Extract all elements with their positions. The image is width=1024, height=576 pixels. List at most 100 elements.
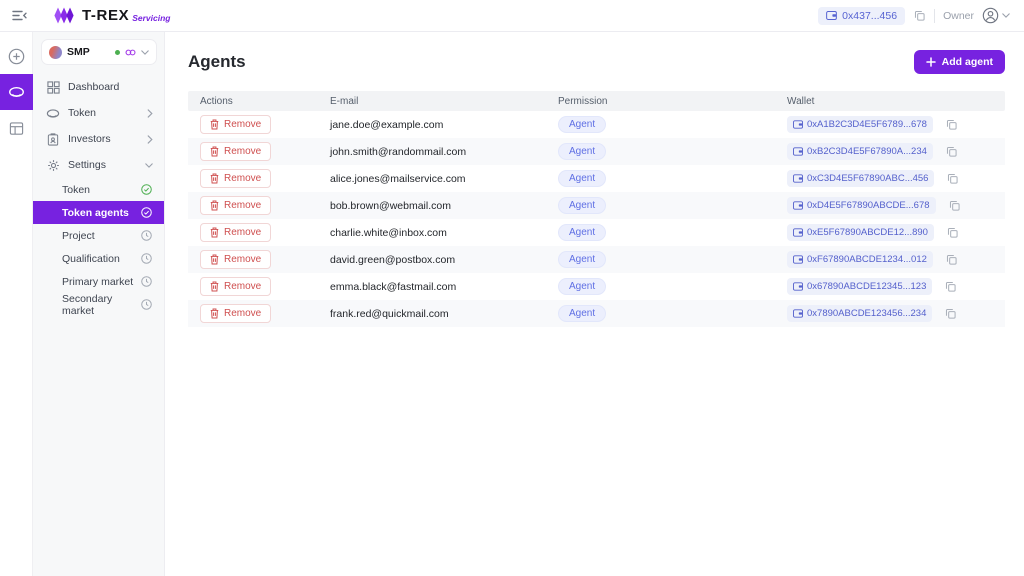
table-row: Remove jane.doe@example.com Agent 0xA1B2… (188, 111, 1005, 138)
wallet-cell: 0xE5F67890ABCDE12...890 (775, 224, 1005, 241)
copy-wallet-button[interactable] (945, 253, 958, 266)
sidebar-item-label: Secondary market (62, 293, 141, 317)
copy-wallet-button[interactable] (944, 307, 957, 320)
sidebar-item-primary-market[interactable]: Primary market (33, 270, 164, 293)
remove-button[interactable]: Remove (200, 223, 271, 242)
wallet-icon (826, 11, 837, 20)
top-bar-right: 0x437...456 Owner (818, 7, 1010, 25)
org-name-label: SMP (67, 46, 110, 58)
wallet-address: 0xF67890ABCDE1234...012 (807, 254, 927, 265)
email-cell: emma.black@fastmail.com (318, 281, 546, 293)
rail-token-button[interactable] (0, 74, 33, 110)
permission-badge: Agent (558, 305, 606, 322)
trash-icon (210, 281, 219, 292)
trash-icon (210, 254, 219, 265)
table-row: Remove david.green@postbox.com Agent 0xF… (188, 246, 1005, 273)
sidebar-item-investors[interactable]: Investors (33, 126, 164, 152)
remove-button[interactable]: Remove (200, 250, 271, 269)
collapse-sidebar-icon (12, 10, 27, 21)
remove-button[interactable]: Remove (200, 277, 271, 296)
sidebar-item-label: Token agents (62, 207, 129, 219)
clock-icon (141, 230, 152, 241)
remove-button[interactable]: Remove (200, 169, 271, 188)
wallet-cell: 0xA1B2C3D4E5F6789...678 (775, 116, 1005, 133)
sidebar-item-qualification[interactable]: Qualification (33, 247, 164, 270)
rail-add-button[interactable] (0, 38, 33, 74)
org-selector[interactable]: SMP (41, 39, 157, 65)
body-layout: SMP Dashboard Token Investor (0, 32, 1024, 576)
wallet-icon (793, 309, 803, 318)
link-icon (125, 49, 136, 56)
email-cell: jane.doe@example.com (318, 119, 546, 131)
wallet-address: 0x67890ABCDE12345...123 (807, 281, 926, 292)
wallet-chip[interactable]: 0xA1B2C3D4E5F6789...678 (787, 116, 933, 133)
copy-wallet-button[interactable] (945, 145, 958, 158)
sidebar-menu: Dashboard Token Investors Settings (33, 74, 164, 316)
permission-cell: Agent (546, 251, 775, 268)
table-header: Actions E-mail Permission Wallet (188, 91, 1005, 111)
header-copy-button[interactable] (913, 9, 926, 22)
sidebar: SMP Dashboard Token Investor (33, 32, 165, 576)
column-header-wallet: Wallet (775, 96, 1005, 107)
collapse-sidebar-button[interactable] (10, 8, 29, 23)
wallet-chip[interactable]: 0xF67890ABCDE1234...012 (787, 251, 933, 268)
permission-cell: Agent (546, 116, 775, 133)
copy-wallet-button[interactable] (946, 172, 959, 185)
status-dot (115, 50, 120, 55)
sidebar-item-token-agents[interactable]: Token agents (33, 201, 164, 224)
wallet-chip[interactable]: 0xE5F67890ABCDE12...890 (787, 224, 934, 241)
copy-wallet-button[interactable] (946, 226, 959, 239)
remove-label: Remove (224, 254, 261, 265)
copy-icon (946, 254, 957, 265)
wallet-chip[interactable]: 0xB2C3D4E5F67890A...234 (787, 143, 933, 160)
sidebar-item-secondary-market[interactable]: Secondary market (33, 293, 164, 316)
sidebar-item-settings[interactable]: Settings (33, 152, 164, 178)
icon-rail (0, 32, 33, 576)
header-wallet-address: 0x437...456 (842, 10, 897, 22)
wallet-icon (793, 282, 803, 291)
wallet-icon (793, 120, 803, 129)
wallet-chip[interactable]: 0x7890ABCDE123456...234 (787, 305, 932, 322)
sidebar-item-dashboard[interactable]: Dashboard (33, 74, 164, 100)
wallet-chip[interactable]: 0xC3D4E5F67890ABC...456 (787, 170, 934, 187)
copy-icon (914, 10, 925, 21)
rail-projects-button[interactable] (0, 110, 33, 146)
remove-button[interactable]: Remove (200, 142, 271, 161)
remove-label: Remove (224, 227, 261, 238)
sidebar-item-project[interactable]: Project (33, 224, 164, 247)
copy-wallet-button[interactable] (948, 199, 961, 212)
user-role-label: Owner (943, 10, 974, 22)
remove-button[interactable]: Remove (200, 196, 271, 215)
table-row: Remove john.smith@randommail.com Agent 0… (188, 138, 1005, 165)
wallet-cell: 0xB2C3D4E5F67890A...234 (775, 143, 1005, 160)
remove-button[interactable]: Remove (200, 304, 271, 323)
sidebar-item-token[interactable]: Token (33, 100, 164, 126)
copy-wallet-button[interactable] (944, 280, 957, 293)
wallet-cell: 0xF67890ABCDE1234...012 (775, 251, 1005, 268)
check-circle-icon (141, 184, 152, 195)
account-menu-button[interactable] (982, 7, 1010, 24)
dashboard-icon (47, 81, 60, 94)
wallet-address: 0xD4E5F67890ABCDE...678 (807, 200, 930, 211)
wallet-chip[interactable]: 0xD4E5F67890ABCDE...678 (787, 197, 936, 214)
remove-button[interactable]: Remove (200, 115, 271, 134)
sidebar-item-settings-token[interactable]: Token (33, 178, 164, 201)
chevron-down-icon (141, 50, 149, 55)
logo-mark-icon (53, 7, 77, 24)
token-icon (46, 108, 60, 119)
actions-cell: Remove (188, 223, 318, 242)
copy-wallet-button[interactable] (945, 118, 958, 131)
avatar-icon (982, 7, 999, 24)
header-wallet-chip[interactable]: 0x437...456 (818, 7, 905, 25)
investors-icon (47, 133, 59, 146)
remove-label: Remove (224, 173, 261, 184)
sidebar-item-label: Dashboard (68, 81, 119, 93)
brand-name: T-REX (82, 7, 129, 24)
wallet-cell: 0x7890ABCDE123456...234 (775, 305, 1005, 322)
table-row: Remove emma.black@fastmail.com Agent 0x6… (188, 273, 1005, 300)
sidebar-item-label: Settings (68, 159, 106, 171)
wallet-chip[interactable]: 0x67890ABCDE12345...123 (787, 278, 932, 295)
wallet-address: 0xA1B2C3D4E5F6789...678 (807, 119, 927, 130)
copy-icon (946, 146, 957, 157)
add-agent-button[interactable]: Add agent (914, 50, 1005, 74)
